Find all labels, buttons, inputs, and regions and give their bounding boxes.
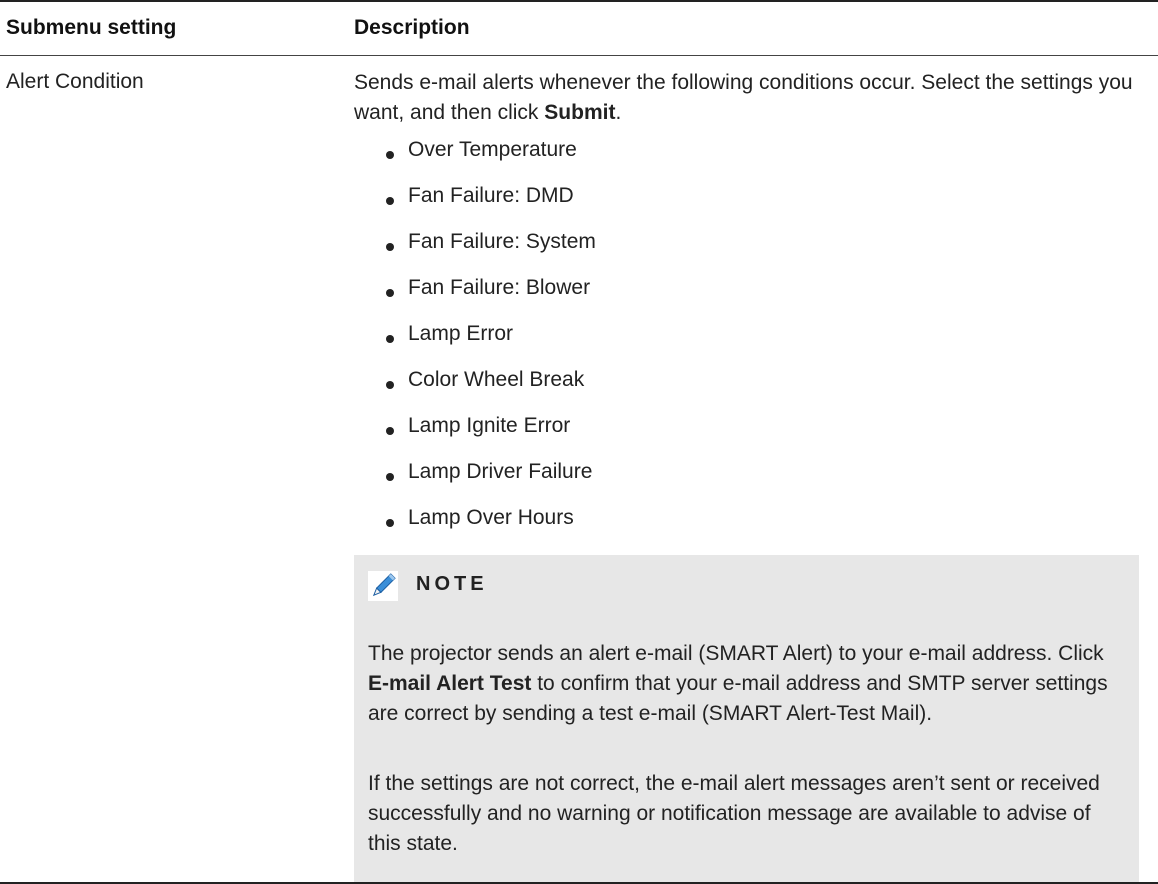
pencil-icon bbox=[368, 571, 398, 601]
column-header-submenu-setting: Submenu setting bbox=[6, 16, 177, 39]
list-item-label: Color Wheel Break bbox=[408, 368, 585, 391]
bullet-icon bbox=[386, 473, 394, 481]
note-paragraph: If the settings are not correct, the e-m… bbox=[368, 772, 1100, 855]
list-item-label: Lamp Over Hours bbox=[408, 506, 574, 529]
table-top-rule bbox=[0, 0, 1158, 2]
list-item-label: Fan Failure: DMD bbox=[408, 184, 574, 207]
list-item: Color Wheel Break bbox=[354, 357, 1134, 403]
bullet-icon bbox=[386, 335, 394, 343]
list-item-label: Lamp Ignite Error bbox=[408, 414, 571, 437]
note-paragraph: The projector sends an alert e-mail (SMA… bbox=[368, 639, 1128, 729]
list-item: Lamp Over Hours bbox=[354, 495, 1134, 541]
column-header-description: Description bbox=[354, 16, 470, 39]
setting-description: Sends e-mail alerts whenever the followi… bbox=[354, 68, 1134, 128]
list-item: Over Temperature bbox=[354, 127, 1134, 173]
note-box: NOTE The projector sends an alert e-mail… bbox=[354, 555, 1139, 882]
bullet-icon bbox=[386, 289, 394, 297]
bullet-icon bbox=[386, 519, 394, 527]
bullet-icon bbox=[386, 197, 394, 205]
bullet-icon bbox=[386, 427, 394, 435]
bullet-icon bbox=[386, 243, 394, 251]
bullet-icon bbox=[386, 381, 394, 389]
note-text: The projector sends an alert e-mail (SMA… bbox=[368, 642, 1104, 665]
list-item: Fan Failure: DMD bbox=[354, 173, 1134, 219]
list-item-label: Fan Failure: Blower bbox=[408, 276, 591, 299]
description-text: Sends e-mail alerts whenever the followi… bbox=[354, 71, 1133, 124]
list-item: Lamp Driver Failure bbox=[354, 449, 1134, 495]
header-divider bbox=[0, 55, 1158, 56]
list-item: Lamp Ignite Error bbox=[354, 403, 1134, 449]
submit-emphasis: Submit bbox=[544, 101, 616, 124]
email-alert-test-emphasis: E-mail Alert Test bbox=[368, 672, 532, 695]
alert-condition-list: Over Temperature Fan Failure: DMD Fan Fa… bbox=[354, 127, 1134, 541]
bullet-icon bbox=[386, 151, 394, 159]
description-end: . bbox=[615, 101, 622, 124]
list-item-label: Lamp Driver Failure bbox=[408, 460, 593, 483]
list-item: Fan Failure: Blower bbox=[354, 265, 1134, 311]
list-item-label: Lamp Error bbox=[408, 322, 514, 345]
setting-name: Alert Condition bbox=[6, 70, 144, 93]
note-title: NOTE bbox=[416, 573, 488, 595]
list-item-label: Fan Failure: System bbox=[408, 230, 596, 253]
list-item: Fan Failure: System bbox=[354, 219, 1134, 265]
list-item: Lamp Error bbox=[354, 311, 1134, 357]
list-item-label: Over Temperature bbox=[408, 138, 577, 161]
